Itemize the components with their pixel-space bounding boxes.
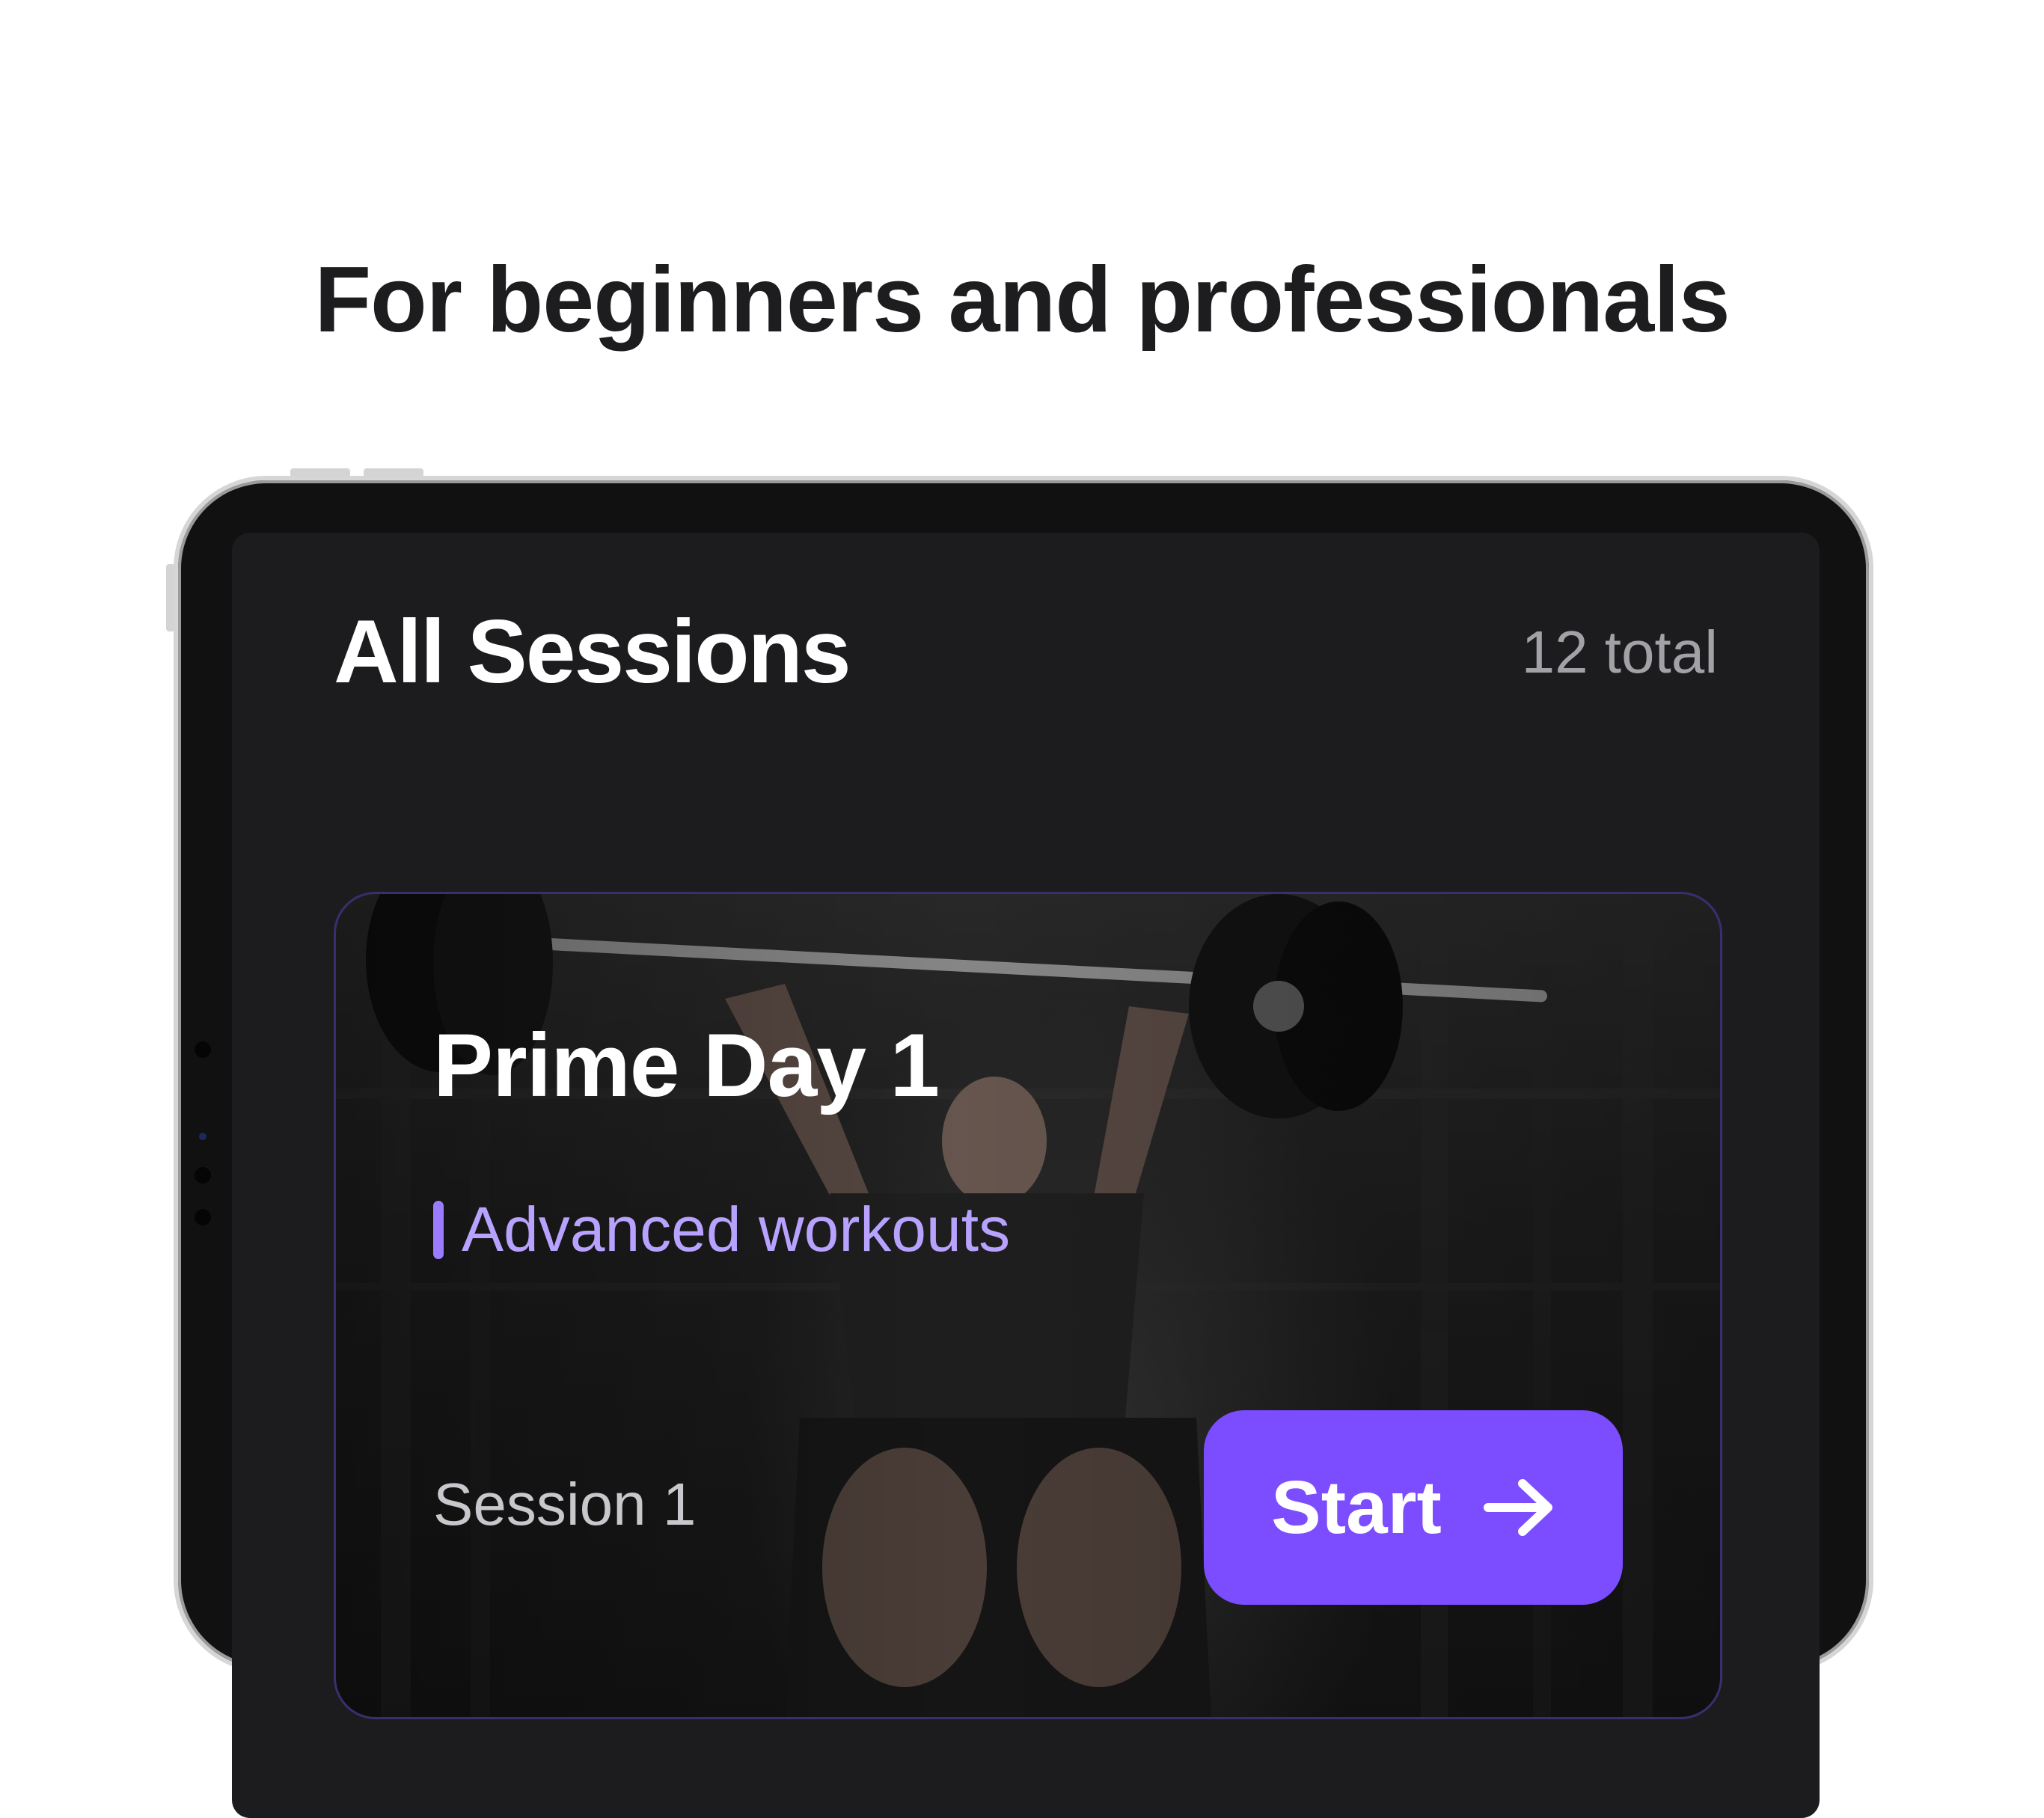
start-button[interactable]: Start bbox=[1204, 1410, 1623, 1605]
side-button bbox=[166, 564, 175, 631]
camera-lens bbox=[199, 1133, 206, 1140]
session-number: Session 1 bbox=[433, 1471, 697, 1537]
marketing-headline: For beginners and professionals bbox=[314, 248, 1730, 352]
page-title: All Sessions bbox=[334, 602, 851, 702]
top-button-2 bbox=[364, 468, 423, 477]
sensor-dot bbox=[195, 1041, 211, 1058]
level-label: Advanced workouts bbox=[462, 1194, 1011, 1264]
sessions-total-count: 12 total bbox=[1521, 619, 1718, 685]
start-button-label: Start bbox=[1271, 1465, 1442, 1549]
arrow-right-icon bbox=[1483, 1479, 1552, 1536]
session-name: Prime Day 1 bbox=[433, 1015, 940, 1115]
session-level: Advanced workouts bbox=[433, 1193, 1010, 1266]
sensor-dot bbox=[195, 1167, 211, 1184]
level-accent-bar bbox=[433, 1200, 444, 1259]
app-screen: All Sessions 12 total Prime Day 1 Advanc… bbox=[232, 533, 1820, 1818]
tablet-device-frame: All Sessions 12 total Prime Day 1 Advanc… bbox=[166, 468, 1873, 1818]
session-card[interactable]: Prime Day 1 Advanced workouts Session 1 … bbox=[334, 892, 1722, 1719]
sensor-dot bbox=[195, 1209, 211, 1225]
top-button-1 bbox=[290, 468, 350, 477]
